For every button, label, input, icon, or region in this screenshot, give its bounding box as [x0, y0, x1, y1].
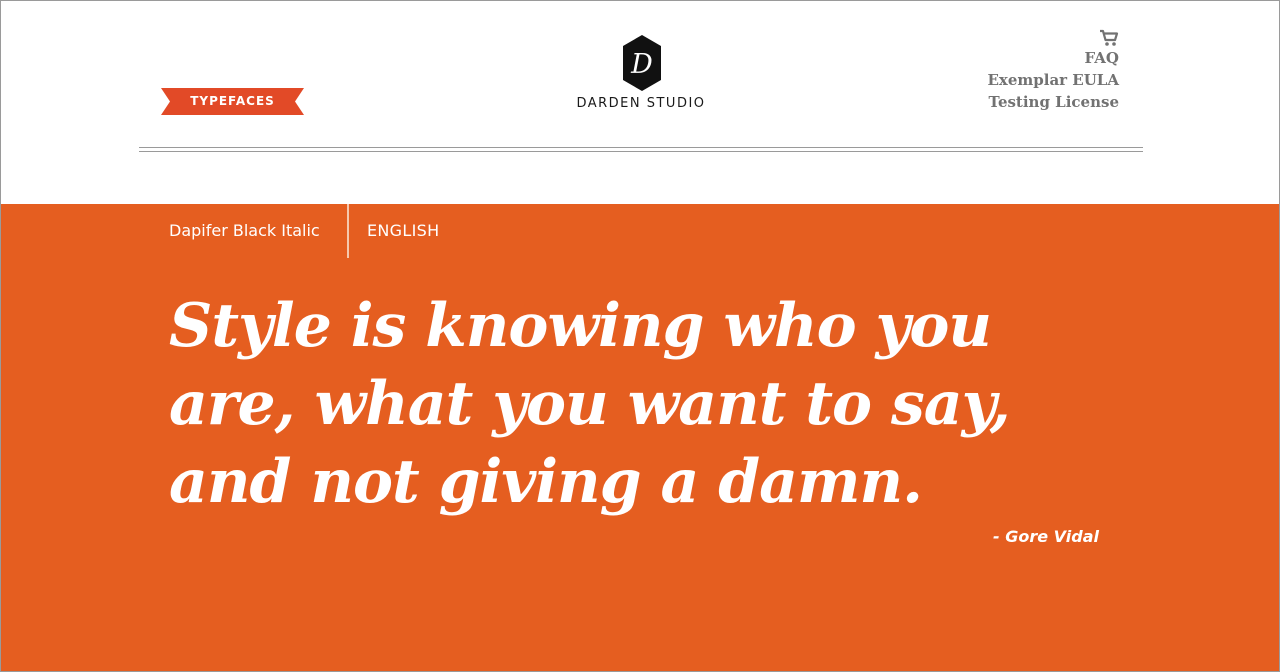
typefaces-label: TYPEFACES: [190, 94, 275, 108]
quote-line: are, what you want to say,: [169, 369, 1011, 439]
quote-line: and not giving a damn.: [169, 447, 923, 517]
site-header: TYPEFACES D DARDEN STUDIO FAQ Exemplar E…: [1, 1, 1279, 203]
testing-license-link[interactable]: Testing License: [987, 91, 1120, 113]
header-divider-bottom: [139, 151, 1143, 152]
brand-name: DARDEN STUDIO: [576, 96, 706, 111]
darden-monogram-icon: D: [623, 35, 661, 91]
utility-nav: FAQ Exemplar EULA Testing License: [987, 29, 1119, 113]
quote-line: Style is knowing who you: [169, 291, 992, 361]
specimen-quote: Style is knowing who you are, what you w…: [169, 287, 1129, 521]
header-divider-top: [139, 147, 1143, 148]
page: TYPEFACES D DARDEN STUDIO FAQ Exemplar E…: [0, 0, 1280, 672]
darden-studio-logo[interactable]: D DARDEN STUDIO: [571, 35, 711, 117]
language-selector[interactable]: ENGLISH: [367, 221, 439, 240]
quote-attribution: - Gore Vidal: [993, 527, 1099, 546]
exemplar-eula-link[interactable]: Exemplar EULA: [987, 69, 1119, 91]
font-name-selector[interactable]: Dapifer Black Italic: [169, 221, 320, 240]
typefaces-menu-button[interactable]: TYPEFACES: [161, 88, 304, 115]
cart-icon[interactable]: [1099, 29, 1119, 47]
specimen-hero: Dapifer Black Italic ENGLISH Style is kn…: [1, 204, 1279, 671]
brand-monogram-letter: D: [630, 49, 653, 80]
faq-link[interactable]: FAQ: [987, 47, 1119, 69]
meta-divider: [347, 204, 349, 258]
